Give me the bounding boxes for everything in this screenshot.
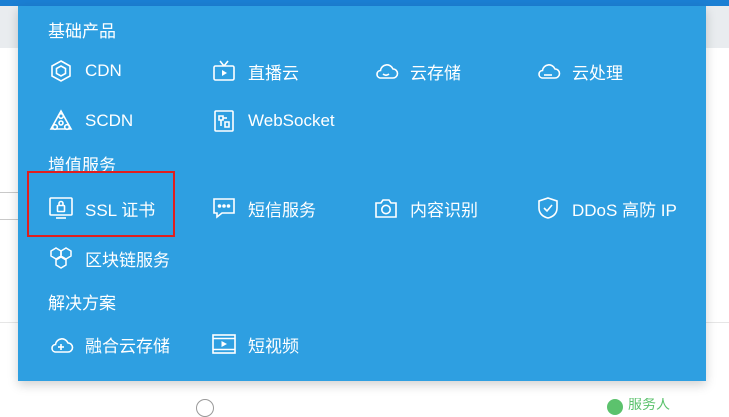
menu-item-blockchain[interactable]: 区块链服务 xyxy=(48,243,170,273)
menu-item-cloud-storage[interactable]: 云存储 xyxy=(373,56,461,86)
shield-icon xyxy=(535,195,561,221)
section-title-basic-products: 基础产品 xyxy=(48,22,116,41)
background-status-icon xyxy=(607,399,623,415)
cdn-icon xyxy=(48,58,74,84)
menu-item-content-recognition[interactable]: 内容识别 xyxy=(373,193,478,223)
menu-item-scdn[interactable]: SCDN xyxy=(48,106,133,136)
menu-item-sms[interactable]: 短信服务 xyxy=(211,193,316,223)
live-stream-icon xyxy=(211,58,237,84)
background-text-fragment-2 xyxy=(400,398,470,410)
annotation-highlight-box xyxy=(27,171,175,237)
scdn-icon xyxy=(48,108,74,134)
background-link[interactable]: 服务人 xyxy=(628,398,688,410)
section-title-solutions: 解决方案 xyxy=(48,294,116,313)
menu-item-converged-cloud-storage[interactable]: 融合云存储 xyxy=(48,329,170,359)
menu-item-cdn[interactable]: CDN xyxy=(48,56,122,86)
background-text-fragment xyxy=(100,398,190,410)
cloud-processing-icon xyxy=(535,58,561,84)
menu-item-cloud-processing[interactable]: 云处理 xyxy=(535,56,623,86)
menu-item-live-stream[interactable]: 直播云 xyxy=(211,56,299,86)
sms-icon xyxy=(211,195,237,221)
websocket-icon xyxy=(211,108,237,134)
background-help-icon xyxy=(196,399,214,417)
blockchain-icon xyxy=(48,245,74,271)
camera-icon xyxy=(373,195,399,221)
cloud-storage-icon xyxy=(373,58,399,84)
menu-item-ddos-protection[interactable]: DDoS 高防 IP xyxy=(535,193,677,223)
menu-item-short-video[interactable]: 短视频 xyxy=(211,329,299,359)
video-play-icon xyxy=(211,331,237,357)
menu-item-websocket[interactable]: WebSocket xyxy=(211,106,335,136)
cloud-plus-icon xyxy=(48,331,74,357)
